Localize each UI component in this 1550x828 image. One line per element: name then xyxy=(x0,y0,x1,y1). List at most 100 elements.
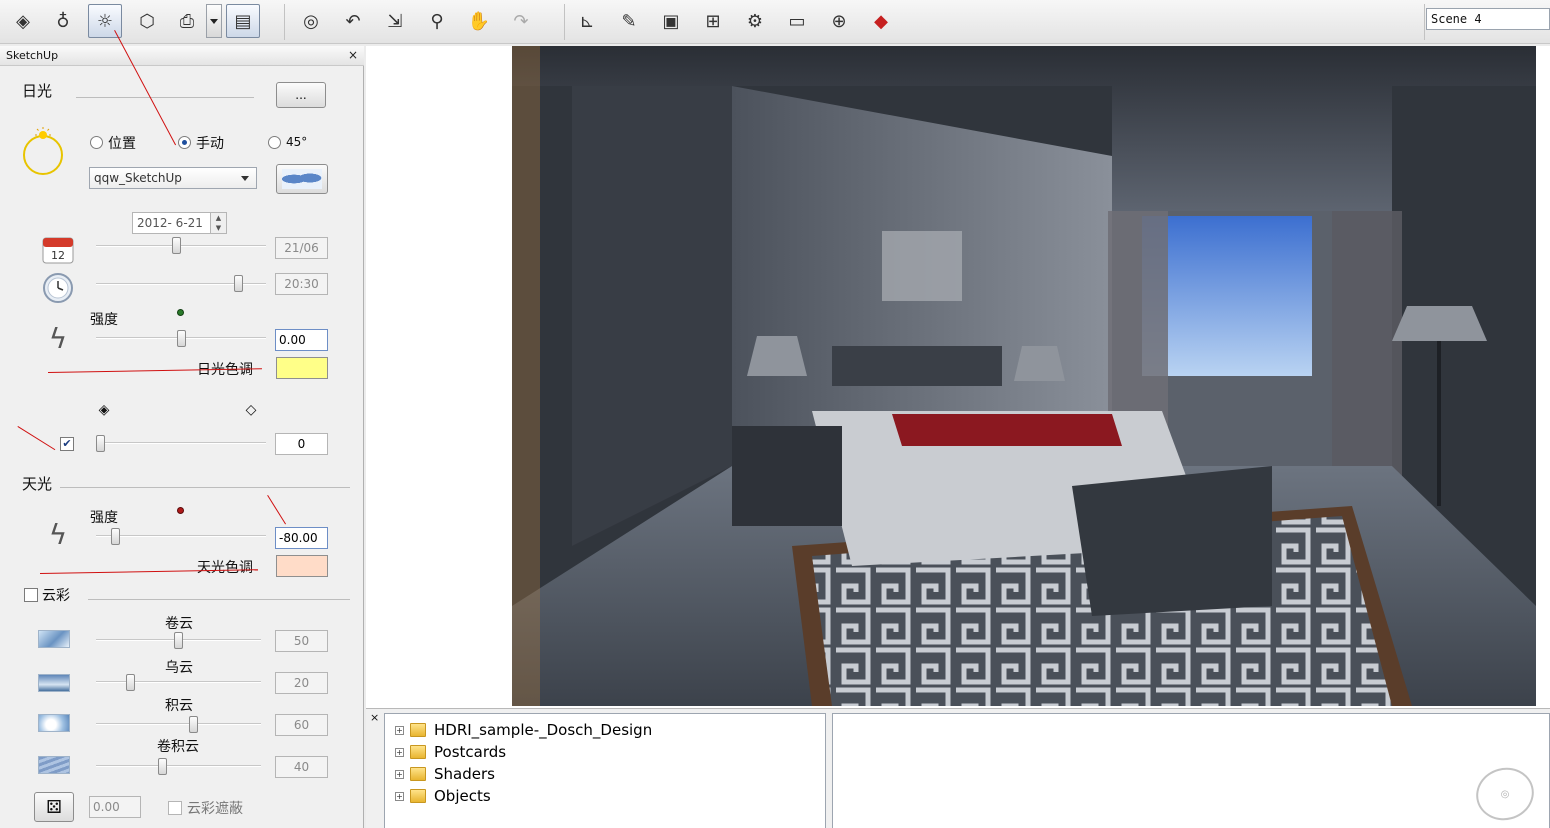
cirrus-slider-thumb[interactable] xyxy=(174,632,183,649)
bedroom-render-image xyxy=(512,46,1536,706)
lightning-icon: ϟ xyxy=(48,517,68,551)
cirrus-label: 卷云 xyxy=(165,616,193,632)
axes-icon[interactable]: ⊾ xyxy=(570,4,604,38)
sunlight-section-label: 日光 xyxy=(22,82,53,100)
sky-intensity-field[interactable]: -80.00 xyxy=(275,527,328,549)
preview-pane xyxy=(832,713,1550,828)
location-combo[interactable]: qqw_SketchUp xyxy=(89,167,257,189)
shadow-slider-track[interactable] xyxy=(96,442,266,444)
light-bulb-icon[interactable]: ♁ xyxy=(46,4,80,38)
toolbar: ◈ ♁ ☼ ⬡ ⎙ ▤ ◎ ↶ ⇲ ⚲ ✋ ↷ ⊾ ✎ ▣ ⊞ ⚙ ▭ ⊕ ◆ … xyxy=(0,0,1550,44)
expand-icon[interactable]: + xyxy=(395,747,404,757)
svg-text:12: 12 xyxy=(51,249,65,262)
sky-intensity-slider-thumb[interactable] xyxy=(111,528,120,545)
zoom-icon[interactable]: ⚲ xyxy=(420,4,454,38)
tree-item-label: Shaders xyxy=(434,765,495,783)
tree-item[interactable]: + Shaders xyxy=(395,764,495,784)
location-radio-label: 位置 xyxy=(108,136,136,152)
window-icon[interactable]: ▭ xyxy=(780,4,814,38)
annotation-arrow xyxy=(267,495,287,525)
tree-item[interactable]: + Postcards xyxy=(395,742,506,762)
document-icon[interactable]: ▤ xyxy=(226,4,260,38)
cumulus-value: 60 xyxy=(275,714,328,736)
date-spinner[interactable]: 2012- 6-21 ▲ ▼ xyxy=(132,212,227,234)
environment-panel: SketchUp × 日光 ... 位置 手动 45° qqw_SketchUp… xyxy=(0,30,364,828)
expand-icon[interactable]: + xyxy=(395,769,404,779)
date-slider-thumb[interactable] xyxy=(172,237,181,254)
camera-icon[interactable]: ⎙ xyxy=(170,4,204,38)
render-camera-icon[interactable]: ▣ xyxy=(654,4,688,38)
clock-icon xyxy=(40,270,76,306)
camera-dropdown-arrow[interactable] xyxy=(206,4,222,38)
toolbar-separator xyxy=(1424,4,1425,40)
angle-45-radio[interactable] xyxy=(268,136,281,149)
folder-icon xyxy=(410,723,426,737)
random-seed-value: 0.00 xyxy=(89,796,141,818)
undo-icon[interactable]: ↶ xyxy=(336,4,370,38)
world-map-button[interactable] xyxy=(276,164,328,194)
dice-icon: ⚄ xyxy=(46,796,62,818)
dark-cloud-value: 20 xyxy=(275,672,328,694)
dark-cloud-slider-track[interactable] xyxy=(96,681,261,683)
cumulus-slider-thumb[interactable] xyxy=(189,716,198,733)
add-window-icon[interactable]: ⊕ xyxy=(822,4,856,38)
material-browser: × + HDRI_sample-_Dosch_Design + Postcard… xyxy=(366,708,1550,828)
scene-select[interactable]: Scene 4 xyxy=(1426,8,1550,30)
tree-item[interactable]: + HDRI_sample-_Dosch_Design xyxy=(395,720,652,740)
sun-color-swatch[interactable] xyxy=(276,357,328,379)
folder-icon xyxy=(410,789,426,803)
folder-icon xyxy=(410,745,426,759)
dark-cloud-label: 乌云 xyxy=(165,660,193,676)
paint-bucket-icon[interactable]: ◈ xyxy=(6,4,40,38)
cirrus-value: 50 xyxy=(275,630,328,652)
sky-color-swatch[interactable] xyxy=(276,555,328,577)
panel-close-button[interactable]: × xyxy=(348,48,358,62)
walk-icon[interactable]: ⇲ xyxy=(378,4,412,38)
redo-icon[interactable]: ↷ xyxy=(504,4,538,38)
random-dice-button[interactable]: ⚄ xyxy=(34,792,74,822)
shadow-slider-thumb[interactable] xyxy=(96,435,105,452)
cirrocumulus-cloud-icon xyxy=(38,756,70,774)
cirrocumulus-slider-track[interactable] xyxy=(96,765,261,767)
cirrocumulus-value: 40 xyxy=(275,756,328,778)
cirrus-cloud-icon xyxy=(38,630,70,648)
expand-icon[interactable]: + xyxy=(395,791,404,801)
panel-title: SketchUp xyxy=(6,49,59,62)
tree-item[interactable]: + Objects xyxy=(395,786,491,806)
cloud-mask-checkbox[interactable] xyxy=(168,801,182,815)
sun-more-button[interactable]: ... xyxy=(276,82,326,108)
pan-hand-icon[interactable]: ✋ xyxy=(462,4,496,38)
date-slider-track[interactable] xyxy=(96,245,266,247)
render-logo-icon[interactable]: ◆ xyxy=(864,4,898,38)
orbit-icon[interactable]: ◎ xyxy=(294,4,328,38)
shadow-bucket-left-icon: ◈ xyxy=(98,402,110,418)
sky-color-label: 天光色调 xyxy=(197,560,253,576)
cumulus-slider-track[interactable] xyxy=(96,723,261,725)
shadow-value-field[interactable]: 0 xyxy=(275,433,328,455)
palette-icon[interactable]: ✎ xyxy=(612,4,646,38)
browser-close-button[interactable]: × xyxy=(370,711,379,724)
divider xyxy=(60,487,350,488)
manual-radio[interactable] xyxy=(178,136,191,149)
sun-intensity-slider-thumb[interactable] xyxy=(177,330,186,347)
tree-item-label: Objects xyxy=(434,787,491,805)
dark-cloud-slider-thumb[interactable] xyxy=(126,674,135,691)
expand-icon[interactable]: + xyxy=(395,725,404,735)
divider xyxy=(76,97,254,98)
angle-45-radio-label: 45° xyxy=(286,135,308,149)
cube-icon[interactable]: ⬡ xyxy=(130,4,164,38)
cirrocumulus-slider-thumb[interactable] xyxy=(158,758,167,775)
world-map-icon xyxy=(282,169,322,189)
sun-intensity-field[interactable]: 0.00 xyxy=(275,329,328,351)
location-radio[interactable] xyxy=(90,136,103,149)
sun-intensity-label: 强度 xyxy=(90,312,118,328)
crop-icon[interactable]: ⊞ xyxy=(696,4,730,38)
time-slider-thumb[interactable] xyxy=(234,275,243,292)
shadow-checkbox[interactable]: ✔ xyxy=(60,437,74,451)
settings-gear-icon[interactable]: ⚙ xyxy=(738,4,772,38)
clouds-checkbox[interactable] xyxy=(24,588,38,602)
render-viewport[interactable] xyxy=(366,46,1550,708)
sky-intensity-slider-track[interactable] xyxy=(96,535,266,537)
date-spin-arrows[interactable]: ▲ ▼ xyxy=(210,213,226,233)
bedroom-scene-graphic xyxy=(512,46,1536,706)
